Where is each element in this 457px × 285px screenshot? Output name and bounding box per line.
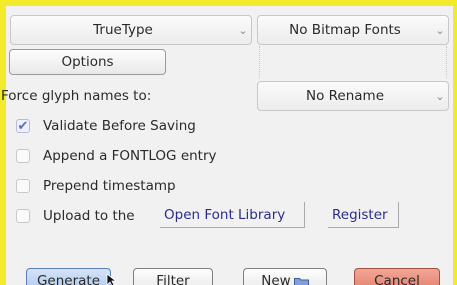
new-label: New <box>261 273 291 285</box>
filter-label: Filter <box>156 273 190 285</box>
validate-checkbox-row[interactable]: ✔ Validate Before Saving <box>16 115 196 137</box>
generate-label: Generate <box>36 273 101 285</box>
fontlog-checkbox[interactable] <box>16 149 30 163</box>
upload-checkbox-row[interactable]: Upload to the <box>16 205 135 227</box>
chevron-down-icon: ⌄ <box>435 89 445 103</box>
register-link[interactable]: Register <box>328 202 399 228</box>
bitmap-options-area <box>259 46 447 78</box>
open-font-library-link[interactable]: Open Font Library <box>160 202 305 228</box>
upload-checkbox[interactable] <box>16 209 30 223</box>
fontlog-label: Append a FONTLOG entry <box>43 148 217 164</box>
timestamp-checkbox[interactable] <box>16 179 30 193</box>
generate-fonts-dialog: TrueType ⌄ No Bitmap Fonts ⌄ Options For… <box>1 6 453 285</box>
glyph-names-label: Force glyph names to: <box>1 88 152 104</box>
timestamp-checkbox-row[interactable]: Prepend timestamp <box>16 175 176 197</box>
filter-button[interactable]: Filter <box>133 268 213 285</box>
options-label: Options <box>61 54 114 70</box>
chevron-down-icon: ⌄ <box>238 23 248 37</box>
register-label: Register <box>332 206 388 223</box>
validate-checkbox[interactable]: ✔ <box>16 119 30 133</box>
glyph-rename-value: No Rename <box>305 88 384 104</box>
validate-label: Validate Before Saving <box>43 118 196 134</box>
bitmap-fonts-value: No Bitmap Fonts <box>289 22 401 38</box>
glyph-rename-dropdown[interactable]: No Rename ⌄ <box>257 81 449 111</box>
output-format-dropdown[interactable]: TrueType ⌄ <box>10 15 252 45</box>
cancel-label: Cancel <box>374 273 420 285</box>
folder-icon <box>293 276 309 285</box>
upload-label: Upload to the <box>43 208 135 224</box>
new-button[interactable]: New <box>243 268 327 285</box>
timestamp-label: Prepend timestamp <box>43 178 176 194</box>
generate-button[interactable]: Generate <box>26 268 111 285</box>
options-button[interactable]: Options <box>9 49 166 75</box>
bitmap-fonts-dropdown[interactable]: No Bitmap Fonts ⌄ <box>257 15 449 45</box>
chevron-down-icon: ⌄ <box>435 23 445 37</box>
output-format-value: TrueType <box>93 22 153 38</box>
open-font-library-label: Open Font Library <box>164 206 286 223</box>
cancel-button[interactable]: Cancel <box>354 268 440 285</box>
fontlog-checkbox-row[interactable]: Append a FONTLOG entry <box>16 145 217 167</box>
mouse-pointer-icon <box>106 273 118 285</box>
